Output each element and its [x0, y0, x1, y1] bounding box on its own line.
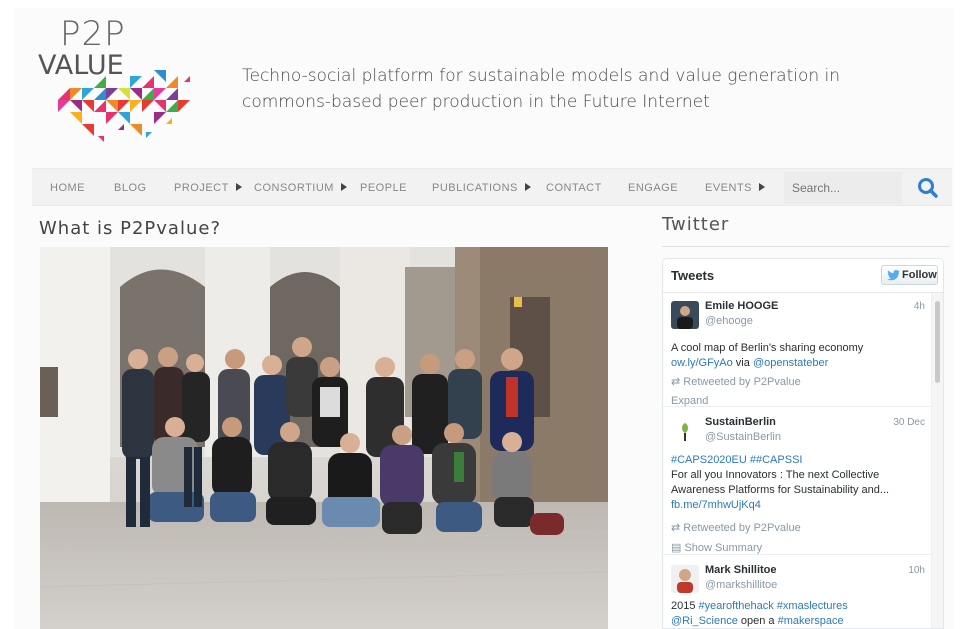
tweet-timestamp[interactable]: 10h [908, 565, 925, 576]
nav-item-label: HOME [50, 182, 85, 194]
tweet-text: #CAPS2020EU ##CAPSSI For all you Innovat… [671, 453, 929, 513]
retweet-icon: ⇄ [671, 522, 681, 534]
tweet-item[interactable]: Mark Shillitoe @markshillitoe 10h 2015 #… [663, 557, 931, 628]
nav-item-blog[interactable]: BLOG [114, 169, 147, 207]
tweet-author-handle[interactable]: @ehooge [705, 315, 753, 327]
retweet-text: Retweeted by P2Pvalue [683, 376, 801, 388]
submenu-arrow-icon [340, 183, 347, 192]
tweet-text: 2015 #yearofthehack #xmaslectures @Ri_Sc… [671, 599, 929, 628]
tweet-author-name[interactable]: Mark Shillitoe [705, 564, 777, 576]
user-avatar[interactable] [671, 301, 699, 329]
show-summary-label: Show Summary [684, 542, 763, 554]
tweet-text-line: @Ri_Science open a #makerspace [671, 614, 929, 628]
nav-item-label: CONTACT [546, 182, 602, 194]
tweet-author-name[interactable]: SustainBerlin [705, 416, 776, 428]
tweet-text-line: For all you Innovators : The next Collec… [671, 469, 880, 481]
tweet-link[interactable]: fb.me/7mhwUjKq4 [671, 498, 929, 513]
expand-link[interactable]: Expand [671, 395, 708, 407]
tweet-text-mid: open a [737, 615, 778, 627]
tweet-timestamp[interactable]: 30 Dec [893, 417, 925, 428]
tweet-text-line: 2015 #yearofthehack #xmaslectures [671, 599, 929, 614]
nav-item-label: BLOG [114, 182, 147, 194]
twitter-widget-header: Tweets Follow [663, 259, 943, 293]
tweet-item[interactable]: SustainBerlin @SustainBerlin 30 Dec #CAP… [663, 409, 931, 555]
group-photo [40, 247, 608, 629]
logo-mosaic-graphic [58, 70, 190, 142]
submenu-arrow-icon [759, 183, 766, 192]
retweet-icon: ⇄ [671, 376, 681, 388]
tweets-heading: Tweets [671, 268, 715, 283]
nav-item-label: EVENTS [705, 182, 753, 194]
retweet-indicator: ⇄ Retweeted by P2Pvalue [671, 375, 801, 388]
tweet-mention[interactable]: @openstateber [753, 357, 828, 369]
tweet-timestamp[interactable]: 4h [914, 301, 925, 312]
tweet-text-line: Awareness Platforms for Sustainability a… [671, 484, 890, 496]
tweet-author-handle[interactable]: @markshillitoe [705, 579, 777, 591]
tweet-text-via: via [732, 357, 753, 369]
nav-item-events[interactable]: EVENTS [705, 169, 766, 207]
search-box [784, 172, 902, 204]
show-summary-link[interactable]: ▤ Show Summary [671, 541, 762, 554]
sidebar-divider [662, 246, 950, 247]
nav-item-contact[interactable]: CONTACT [546, 169, 602, 207]
twitter-bird-icon [887, 270, 900, 281]
nav-item-consortium[interactable]: CONSORTIUM [254, 169, 347, 207]
tweet-text-line: A cool map of Berlin's sharing economy [671, 342, 864, 354]
nav-item-label: CONSORTIUM [254, 182, 334, 194]
nav-item-label: PROJECT [174, 182, 229, 194]
user-avatar[interactable] [671, 565, 699, 593]
tweet-author-name[interactable]: Emile HOOGE [705, 300, 778, 312]
follow-button[interactable]: Follow [881, 265, 938, 285]
summary-icon: ▤ [671, 542, 682, 554]
nav-item-home[interactable]: HOME [50, 169, 85, 207]
tweet-text-line: ow.ly/GFyAo via @openstateber [671, 356, 929, 371]
follow-button-label: Follow [902, 269, 937, 281]
tweet-hashtag[interactable]: #makerspace [778, 615, 844, 627]
search-icon [918, 178, 938, 198]
submenu-arrow-icon [524, 183, 531, 192]
retweet-indicator: ⇄ Retweeted by P2Pvalue [671, 521, 801, 534]
search-input[interactable] [792, 179, 897, 197]
nav-item-publications[interactable]: PUBLICATIONS [432, 169, 531, 207]
group-photo-image [40, 247, 608, 629]
site-logo[interactable]: P2P VALUE [38, 14, 208, 149]
nav-item-engage[interactable]: ENGAGE [628, 169, 678, 207]
main-navigation: HOME BLOG PROJECT CONSORTIUM PEOPLE PUBL… [32, 168, 952, 206]
retweet-text: Retweeted by P2Pvalue [683, 522, 801, 534]
nav-item-label: ENGAGE [628, 182, 679, 194]
search-button[interactable] [908, 173, 948, 203]
nav-item-label: PEOPLE [360, 182, 408, 194]
page-title: What is P2Pvalue? [39, 218, 221, 239]
tweet-mention[interactable]: @Ri_Science [671, 615, 738, 627]
tweet-hashtags[interactable]: #CAPS2020EU ##CAPSSI [671, 453, 929, 468]
nav-item-project[interactable]: PROJECT [174, 169, 242, 207]
tweet-hashtags[interactable]: #yearofthehack #xmaslectures [699, 600, 848, 612]
tweet-author-handle[interactable]: @SustainBerlin [705, 431, 781, 443]
logo-text-p2p: P2P [60, 14, 126, 54]
twitter-scrollbar[interactable] [931, 293, 943, 628]
tweet-item[interactable]: Emile HOOGE @ehooge 4h A cool map of Ber… [663, 293, 931, 407]
tweet-text-prefix: 2015 [671, 600, 699, 612]
tweet-text: A cool map of Berlin's sharing economy o… [671, 341, 929, 371]
twitter-widget: Tweets Follow Emile HOOGE @ehooge 4h A c… [662, 258, 944, 629]
page-container: P2P VALUE Techno-social platform for sus… [14, 8, 954, 629]
user-avatar[interactable] [671, 417, 699, 445]
sidebar-title: Twitter [662, 214, 730, 235]
tweet-link[interactable]: ow.ly/GFyAo [671, 357, 733, 369]
nav-item-label: PUBLICATIONS [432, 182, 518, 194]
site-tagline: Techno-social platform for sustainable m… [242, 66, 841, 112]
nav-item-people[interactable]: PEOPLE [360, 169, 407, 207]
submenu-arrow-icon [235, 183, 242, 192]
scrollbar-thumb[interactable] [935, 301, 940, 383]
